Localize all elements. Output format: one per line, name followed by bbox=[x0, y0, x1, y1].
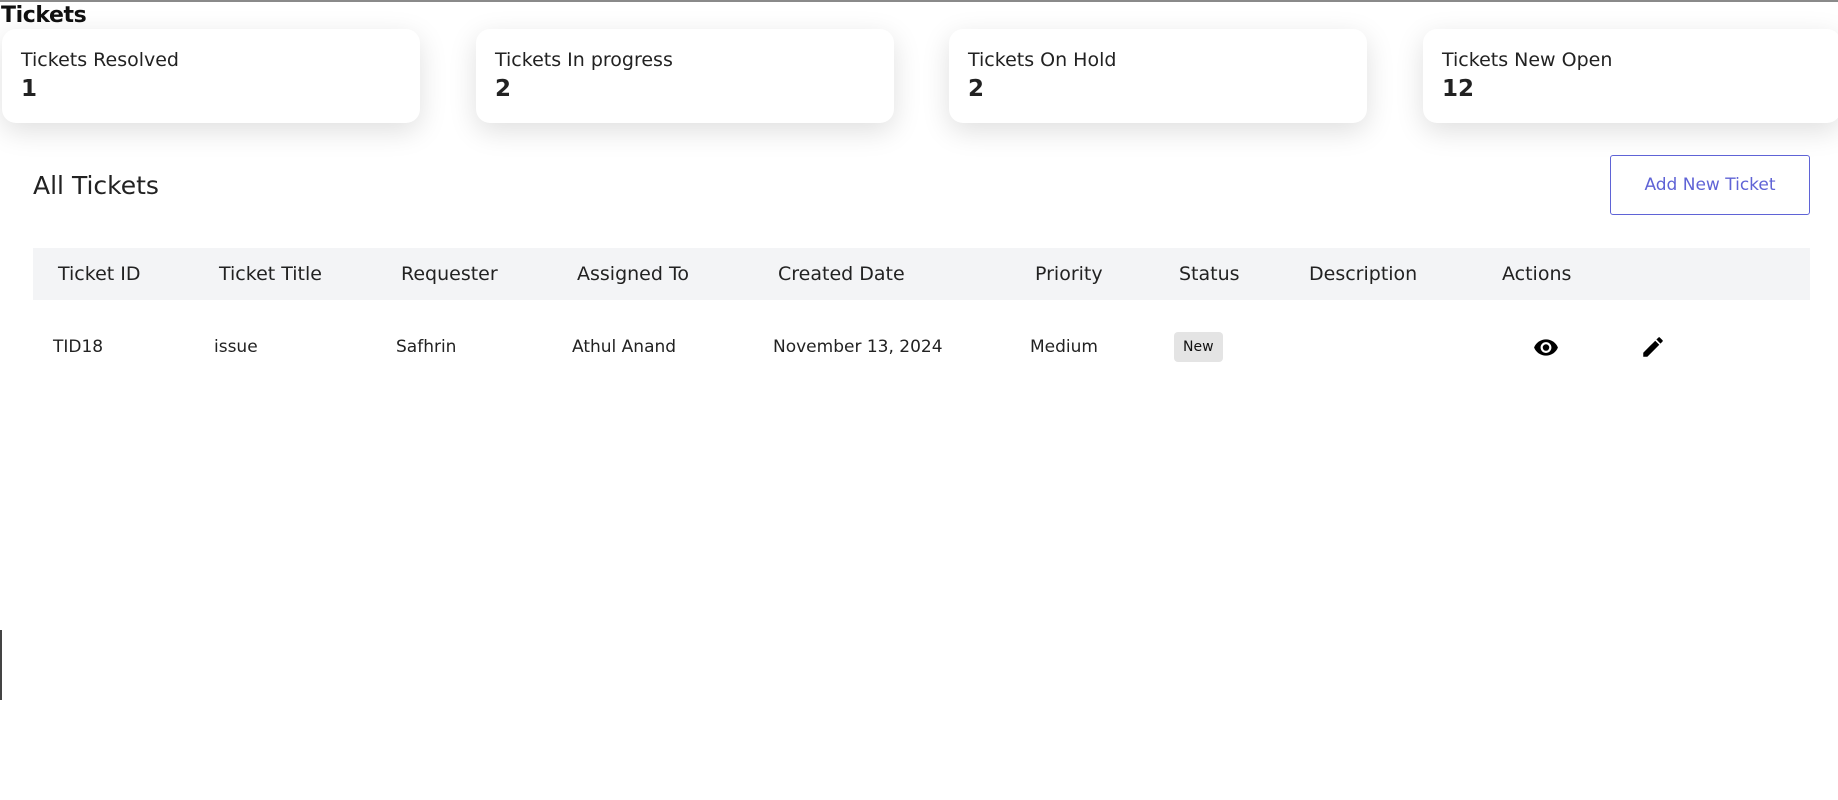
cell-ticket-title: issue bbox=[214, 337, 258, 357]
cell-assigned-to: Athul Anand bbox=[572, 337, 677, 357]
column-header-ticket-title[interactable]: Ticket Title bbox=[219, 248, 322, 300]
stat-label: Tickets On Hold bbox=[968, 49, 1117, 71]
add-new-ticket-button[interactable]: Add New Ticket bbox=[1610, 155, 1810, 215]
column-header-description[interactable]: Description bbox=[1309, 248, 1417, 300]
cell-ticket-id: TID18 bbox=[53, 337, 104, 357]
all-tickets-title: All Tickets bbox=[33, 171, 159, 200]
pencil-icon[interactable] bbox=[1640, 334, 1666, 360]
column-header-ticket-id[interactable]: Ticket ID bbox=[58, 248, 141, 300]
column-header-requester[interactable]: Requester bbox=[401, 248, 498, 300]
stat-card-resolved: Tickets Resolved 1 bbox=[2, 29, 420, 123]
stat-card-new-open: Tickets New Open 12 bbox=[1423, 29, 1838, 123]
scroll-marker bbox=[0, 630, 2, 700]
table-row[interactable]: TID18 issue Safhrin Athul Anand November… bbox=[33, 320, 1810, 374]
table-header: Ticket ID Ticket Title Requester Assigne… bbox=[33, 248, 1810, 300]
stat-value: 2 bbox=[495, 76, 512, 102]
stat-label: Tickets Resolved bbox=[21, 49, 179, 71]
stat-value: 2 bbox=[968, 76, 985, 102]
stat-value: 12 bbox=[1442, 76, 1475, 102]
column-header-assigned-to[interactable]: Assigned To bbox=[577, 248, 689, 300]
cell-priority: Medium bbox=[1030, 337, 1098, 357]
cell-requester: Safhrin bbox=[396, 337, 457, 357]
cell-created-date: November 13, 2024 bbox=[773, 337, 943, 357]
stat-card-on-hold: Tickets On Hold 2 bbox=[949, 29, 1367, 123]
stat-card-in-progress: Tickets In progress 2 bbox=[476, 29, 894, 123]
stat-label: Tickets In progress bbox=[495, 49, 673, 71]
stat-value: 1 bbox=[21, 76, 38, 102]
column-header-priority[interactable]: Priority bbox=[1035, 248, 1103, 300]
stat-label: Tickets New Open bbox=[1442, 49, 1613, 71]
window-top-border bbox=[0, 0, 1838, 2]
column-header-created-date[interactable]: Created Date bbox=[778, 248, 905, 300]
page-title: Tickets bbox=[1, 3, 87, 28]
eye-icon[interactable] bbox=[1533, 334, 1559, 360]
column-header-actions: Actions bbox=[1502, 263, 1572, 285]
status-badge: New bbox=[1174, 332, 1223, 362]
column-header-status[interactable]: Status bbox=[1179, 248, 1240, 300]
